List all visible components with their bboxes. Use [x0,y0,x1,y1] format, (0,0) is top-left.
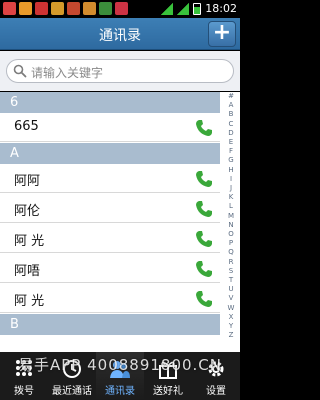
index-letter[interactable]: C [222,120,240,129]
contact-list[interactable]: 6 665 A 阿阿 阿伦 阿 光 阿唔 阿 光 B [0,92,240,352]
bottom-nav: 拨号 最近通话 通讯录 送好礼 设置 [0,352,240,400]
tab-label: 设置 [206,386,226,397]
index-letter[interactable]: R [222,258,240,267]
search-input[interactable]: 请输入关键字 [6,59,234,83]
contact-name: 阿唔 [14,264,41,279]
contact-name: 阿伦 [14,204,41,219]
wifi-icon [161,2,174,15]
index-letter[interactable]: T [222,276,240,285]
search-bar: 请输入关键字 [0,51,240,91]
index-letter[interactable]: L [222,202,240,211]
signal-icon [177,2,190,15]
notification-icon-7 [99,2,112,15]
contact-row[interactable]: 阿伦 [0,194,220,223]
index-letter[interactable]: Y [222,322,240,331]
notification-icon-3 [35,2,48,15]
section-header-a: A [0,143,220,164]
gift-icon [159,361,177,379]
notification-icon-6 [83,2,96,15]
tab-label: 通讯录 [105,386,135,397]
add-contact-button[interactable]: + [208,21,236,47]
notification-icon-4 [51,2,64,15]
search-icon [13,64,27,78]
call-icon[interactable] [194,169,214,189]
contact-name: 阿阿 [14,174,41,189]
tab-label: 最近通话 [52,386,92,397]
index-letter[interactable]: # [222,92,240,101]
index-letter[interactable]: X [222,313,240,322]
tab-contacts[interactable]: 通讯录 [96,352,144,400]
contact-row[interactable]: 阿唔 [0,254,220,283]
index-letter[interactable]: Q [222,248,240,257]
index-letter[interactable]: K [222,193,240,202]
call-icon[interactable] [194,259,214,279]
tab-gift[interactable]: 送好礼 [144,352,192,400]
index-letter[interactable]: W [222,304,240,313]
index-letter[interactable]: P [222,239,240,248]
contact-row[interactable]: 阿阿 [0,164,220,193]
tab-settings[interactable]: 设置 [192,352,240,400]
index-letter[interactable]: J [222,184,240,193]
index-letter[interactable]: F [222,147,240,156]
index-letter[interactable]: U [222,285,240,294]
index-letter[interactable]: B [222,110,240,119]
contact-row[interactable]: 665 [0,113,220,142]
tab-recent-calls[interactable]: 最近通话 [48,352,96,400]
notification-icon-5 [67,2,80,15]
index-letter[interactable]: D [222,129,240,138]
app-header: 通讯录 + [0,18,240,50]
index-letter[interactable]: O [222,230,240,239]
battery-icon [193,2,202,15]
tab-label: 拨号 [14,386,34,397]
search-placeholder: 请输入关键字 [31,66,104,80]
contact-row[interactable]: 阿 光 [0,284,220,313]
status-bar: 18:02 [0,0,240,18]
status-time: 18:02 [205,2,237,15]
notification-icon-2 [19,2,32,15]
tab-dialer[interactable]: 拨号 [0,352,48,400]
contacts-icon [110,361,130,378]
page-title: 通讯录 [99,28,141,44]
contact-row-partial[interactable] [0,335,220,352]
index-letter[interactable]: Z [222,331,240,340]
alphabet-index[interactable]: # A B C D E F G H I J K L M N O P Q R S … [222,92,240,352]
notification-icon-8 [115,2,128,15]
contact-name: 阿 光 [14,234,45,249]
call-icon[interactable] [194,229,214,249]
contact-row[interactable]: 阿 光 [0,224,220,253]
index-letter[interactable]: V [222,294,240,303]
recent-calls-icon [63,360,81,378]
index-letter[interactable]: I [222,175,240,184]
tab-label: 送好礼 [153,386,183,397]
section-header-6: 6 [0,92,220,113]
notification-icon-1 [3,2,16,15]
call-icon[interactable] [194,118,214,138]
index-letter[interactable]: A [222,101,240,110]
call-icon[interactable] [194,289,214,309]
index-letter[interactable]: E [222,138,240,147]
keypad-icon [16,360,32,376]
index-letter[interactable]: S [222,267,240,276]
index-letter[interactable]: G [222,156,240,165]
section-header-b: B [0,314,220,335]
index-letter[interactable]: N [222,221,240,230]
index-letter[interactable]: H [222,166,240,175]
notification-icons [3,2,128,15]
call-icon[interactable] [194,199,214,219]
settings-icon [208,361,224,377]
index-letter[interactable]: M [222,212,240,221]
contact-name: 阿 光 [14,294,45,309]
contact-name: 665 [14,119,39,134]
